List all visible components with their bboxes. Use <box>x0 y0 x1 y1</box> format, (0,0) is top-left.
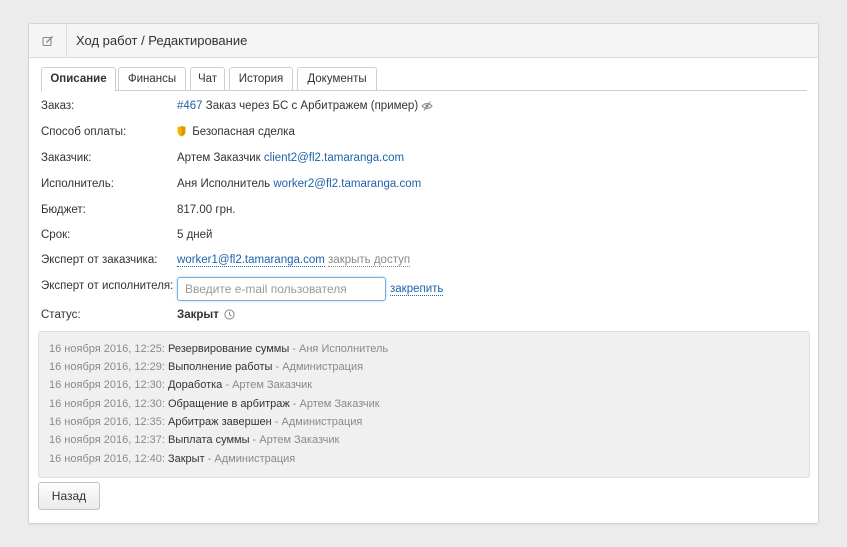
budget-label: Бюджет: <box>41 204 86 216</box>
status-value: Закрыт <box>177 309 219 321</box>
budget-row: Бюджет: 817.00 грн. <box>41 204 806 222</box>
history-item: 16 ноября 2016, 12:30: Обращение в арбит… <box>49 398 380 410</box>
performer-label: Исполнитель: <box>41 178 114 190</box>
status-history: 16 ноября 2016, 12:25: Резервирование су… <box>38 331 810 478</box>
customer-row: Заказчик: Артем Заказчик client2@fl2.tam… <box>41 152 806 170</box>
hidden-eye-icon <box>421 101 434 114</box>
payment-label: Способ оплаты: <box>41 126 127 138</box>
budget-value: 817.00 грн. <box>177 204 236 216</box>
edit-icon <box>29 24 67 58</box>
status-label: Статус: <box>41 309 81 321</box>
assign-expert-link[interactable]: закрепить <box>390 283 444 296</box>
performer-email-link[interactable]: worker2@fl2.tamaranga.com <box>273 178 421 190</box>
term-row: Срок: 5 дней <box>41 229 806 247</box>
performer-expert-email-input[interactable] <box>177 277 386 301</box>
panel-header: Ход работ / Редактирование <box>29 24 818 58</box>
order-label: Заказ: <box>41 100 75 112</box>
customer-expert-label: Эксперт от заказчика: <box>41 254 158 266</box>
term-value: 5 дней <box>177 229 213 241</box>
performer-row: Исполнитель: Аня Исполнитель worker2@fl2… <box>41 178 806 196</box>
history-item: 16 ноября 2016, 12:37: Выплата суммы - А… <box>49 434 340 446</box>
customer-expert-email-link[interactable]: worker1@fl2.tamaranga.com <box>177 254 325 267</box>
order-number-link[interactable]: #467 <box>177 100 203 112</box>
tab-bar: Описание Финансы Чат История Документы <box>41 67 807 92</box>
back-button[interactable]: Назад <box>38 482 100 510</box>
customer-email-link[interactable]: client2@fl2.tamaranga.com <box>264 152 404 164</box>
customer-expert-row: Эксперт от заказчика: worker1@fl2.tamara… <box>41 254 806 272</box>
term-label: Срок: <box>41 229 71 241</box>
order-row: Заказ: #467 Заказ через БС с Арбитражем … <box>41 100 806 118</box>
status-row: Статус: Закрыт <box>41 309 806 327</box>
history-item: 16 ноября 2016, 12:29: Выполнение работы… <box>49 361 364 373</box>
tab-description[interactable]: Описание <box>41 67 116 92</box>
tab-finance[interactable]: Финансы <box>118 67 186 91</box>
payment-value: Безопасная сделка <box>192 126 295 138</box>
shield-icon <box>177 126 186 140</box>
history-item: 16 ноября 2016, 12:35: Арбитраж завершен… <box>49 416 363 428</box>
tab-documents[interactable]: Документы <box>297 67 377 91</box>
performer-name: Аня Исполнитель <box>177 178 271 190</box>
customer-name: Артем Заказчик <box>177 152 261 164</box>
tab-chat[interactable]: Чат <box>190 67 225 91</box>
clock-icon[interactable] <box>224 309 235 323</box>
close-access-link[interactable]: закрыть доступ <box>328 254 411 267</box>
performer-expert-label: Эксперт от исполнителя: <box>41 280 174 292</box>
tab-history[interactable]: История <box>229 67 293 91</box>
payment-row: Способ оплаты: Безопасная сделка <box>41 126 806 144</box>
order-title: Заказ через БС с Арбитражем (пример) <box>205 100 419 112</box>
history-item: 16 ноября 2016, 12:40: Закрыт - Админист… <box>49 453 296 465</box>
history-item: 16 ноября 2016, 12:30: Доработка - Артем… <box>49 379 313 391</box>
history-item: 16 ноября 2016, 12:25: Резервирование су… <box>49 343 389 355</box>
customer-label: Заказчик: <box>41 152 92 164</box>
order-panel: Ход работ / Редактирование Описание Фина… <box>28 23 819 524</box>
page-title: Ход работ / Редактирование <box>76 33 248 48</box>
